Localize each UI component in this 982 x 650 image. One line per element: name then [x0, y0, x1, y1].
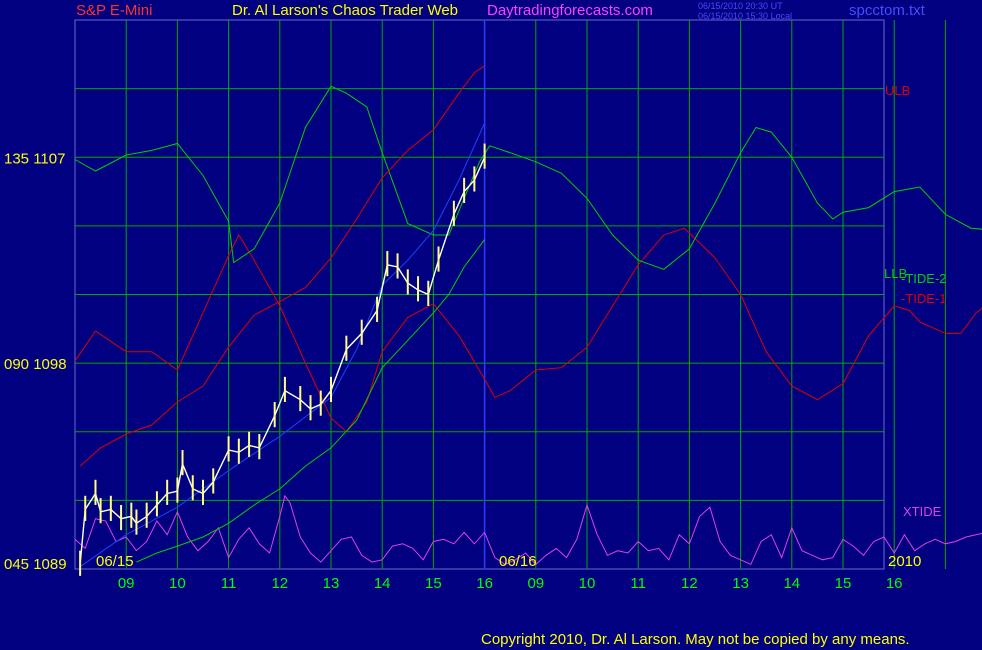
copyright-notice: Copyright 2010, Dr. Al Larson. May not b…	[481, 631, 910, 648]
x-year-label: 2010	[888, 553, 921, 570]
x-hour-tick-label: 16	[886, 575, 903, 592]
x-hour-tick-label: 11	[221, 575, 237, 592]
series-line-tide-2	[74, 85, 982, 270]
page-title: Dr. Al Larson's Chaos Trader Web	[232, 2, 459, 19]
x-hour-tick-label: 11	[630, 575, 646, 592]
x-hour-tick-label: 10	[169, 575, 186, 592]
x-hour-tick-label: 15	[425, 575, 442, 592]
x-hour-tick-label: 14	[374, 575, 391, 592]
x-hour-tick-label: 09	[118, 575, 135, 592]
x-hour-tick-label: 15	[835, 575, 852, 592]
series-line-tide-1	[74, 227, 982, 433]
series-label-tide-2: -TIDE-2	[901, 271, 947, 286]
x-date-label: 06/16	[499, 553, 537, 570]
series-label-ulb: ULB	[885, 83, 910, 98]
timestamp-local: 06/15/2010 15:30 Local	[698, 11, 793, 21]
x-hour-tick-label: 10	[579, 575, 596, 592]
y-tick-label: 090 1098	[4, 356, 67, 373]
y-tick-label: 135 1107	[4, 150, 65, 167]
series-label-xtide: XTIDE	[903, 504, 942, 519]
x-hour-tick-label: 14	[783, 575, 800, 592]
timestamp-ut: 06/15/2010 20:30 UT	[698, 1, 783, 11]
chaos-trader-chart: 135 1107 090 1098 045 1089 09 10 11 12 13 14 15 16…	[4, 19, 982, 592]
data-filename: spcctom.txt	[849, 2, 925, 19]
x-hour-tick-label: 12	[271, 575, 288, 592]
x-hour-tick-label: 13	[323, 575, 340, 592]
instrument-title: S&P E-Mini	[76, 2, 153, 19]
series-label-tide-1: -TIDE-1	[901, 291, 947, 306]
x-date-label: 06/15	[96, 553, 134, 570]
x-hour-tick-label: 12	[681, 575, 698, 592]
series-line-ulb	[79, 65, 485, 467]
y-tick-label: 045 1089	[4, 556, 67, 573]
x-hour-tick-label: 13	[732, 575, 749, 592]
site-name: Daytradingforecasts.com	[487, 2, 653, 19]
x-hour-tick-label: 16	[476, 575, 493, 592]
series-line-price	[79, 157, 486, 565]
x-hour-tick-label: 09	[527, 575, 544, 592]
